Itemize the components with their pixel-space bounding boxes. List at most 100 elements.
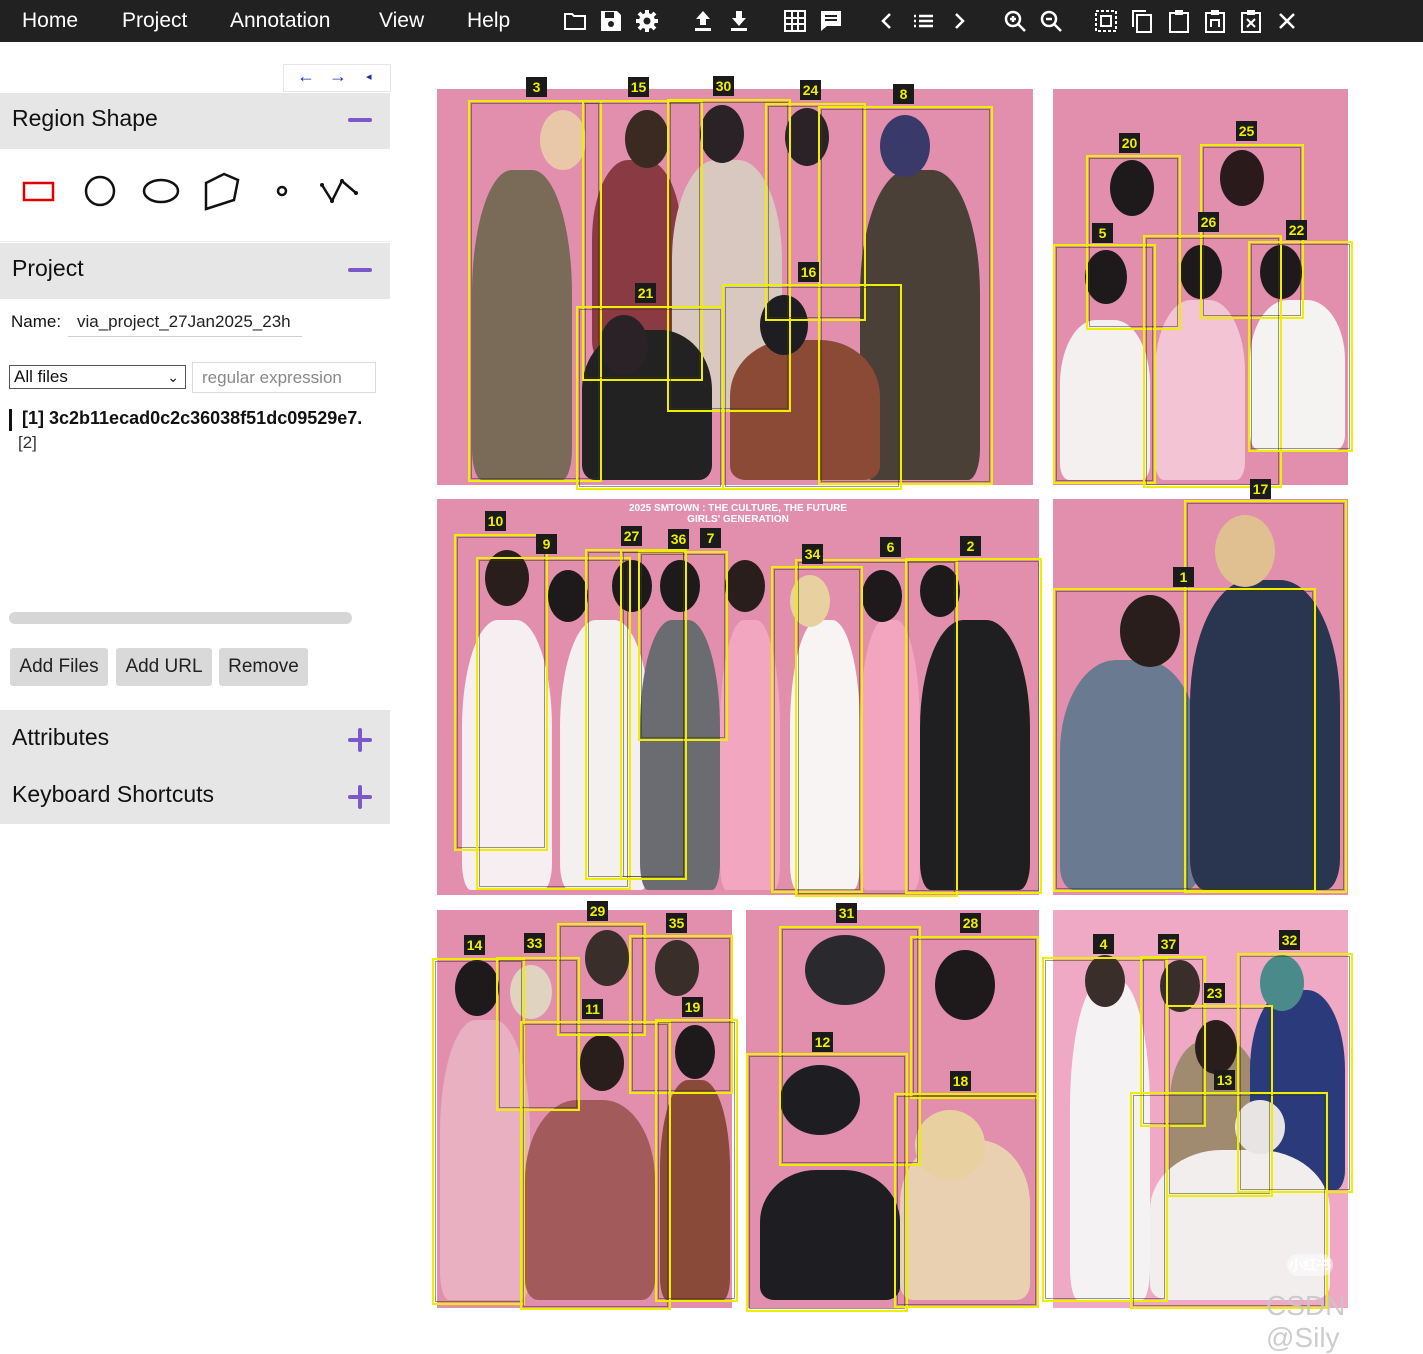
- region-13[interactable]: [1130, 1092, 1328, 1309]
- region-label: 19: [682, 997, 703, 1017]
- region-22[interactable]: [1248, 241, 1353, 452]
- polygon-shape-icon[interactable]: [202, 171, 242, 211]
- grid-view-icon[interactable]: [782, 8, 808, 34]
- nav-left-arrow[interactable]: ←: [297, 66, 315, 87]
- region-21[interactable]: [576, 306, 724, 490]
- expand-plus-icon[interactable]: [348, 723, 374, 753]
- project-header[interactable]: Project: [0, 243, 390, 299]
- select-all-icon[interactable]: [1093, 8, 1119, 34]
- nav-collapse-arrow[interactable]: ◂: [366, 70, 372, 83]
- region-label: 27: [621, 526, 642, 546]
- save-icon[interactable]: [598, 8, 624, 34]
- list-icon[interactable]: [910, 8, 936, 34]
- open-folder-icon[interactable]: [562, 8, 588, 34]
- file-filter-select[interactable]: All files ⌄: [9, 365, 186, 389]
- collapse-minus-icon[interactable]: [348, 103, 374, 133]
- panel-nav-arrows: ← → ◂: [283, 64, 391, 92]
- remove-file-button[interactable]: Remove: [219, 648, 308, 686]
- add-files-button[interactable]: Add Files: [10, 648, 108, 686]
- region-shape-header[interactable]: Region Shape: [0, 93, 390, 149]
- zoom-in-icon[interactable]: [1002, 8, 1028, 34]
- attributes-header[interactable]: Attributes: [0, 710, 390, 767]
- region-label: 8: [893, 84, 914, 104]
- file-list-item[interactable]: [2]: [18, 433, 37, 453]
- region-label: 33: [524, 933, 545, 953]
- region-shape-panel: [0, 149, 390, 242]
- expand-plus-icon[interactable]: [348, 780, 374, 810]
- region-label: 6: [880, 537, 901, 557]
- region-11[interactable]: [520, 1021, 671, 1310]
- project-name-label: Name:: [11, 312, 62, 331]
- nav-right-arrow[interactable]: →: [329, 66, 347, 87]
- region-label: 32: [1279, 930, 1300, 950]
- menu-annotation[interactable]: Annotation: [230, 0, 330, 42]
- project-name-input[interactable]: via_project_27Jan2025_23h: [68, 307, 302, 337]
- add-url-button[interactable]: Add URL: [116, 648, 212, 686]
- region-label: 11: [582, 999, 603, 1019]
- point-shape-icon[interactable]: [262, 171, 302, 211]
- region-label: 18: [950, 1071, 971, 1091]
- comment-icon[interactable]: [818, 8, 844, 34]
- region-shape-title: Region Shape: [12, 105, 158, 131]
- photo-face: [725, 560, 765, 612]
- region-16[interactable]: [722, 284, 902, 490]
- region-label: 3: [526, 77, 547, 97]
- region-12[interactable]: [746, 1053, 908, 1312]
- region-label: 26: [1198, 212, 1219, 232]
- menu-view[interactable]: View: [379, 0, 424, 42]
- region-label: 1: [1173, 567, 1194, 587]
- circle-shape-icon[interactable]: [80, 171, 120, 211]
- region-label: 17: [1250, 479, 1271, 499]
- upload-icon[interactable]: [690, 8, 716, 34]
- project-title: Project: [12, 255, 84, 281]
- close-icon[interactable]: [1274, 8, 1300, 34]
- region-19[interactable]: [655, 1019, 738, 1302]
- attributes-title: Attributes: [12, 724, 110, 750]
- current-file-marker: [9, 409, 12, 431]
- region-1[interactable]: [1053, 588, 1316, 892]
- region-2[interactable]: [905, 558, 1042, 894]
- region-28[interactable]: [910, 936, 1039, 1099]
- polyline-shape-icon[interactable]: [319, 171, 359, 211]
- region-label: 15: [628, 77, 649, 97]
- region-label: 24: [800, 80, 821, 100]
- menu-home[interactable]: Home: [22, 0, 78, 42]
- region-label: 16: [798, 262, 819, 282]
- region-label: 5: [1092, 223, 1113, 243]
- file-list-scrollbar[interactable]: [9, 612, 352, 624]
- file-filter-value: All files: [14, 367, 68, 386]
- paste-special-icon[interactable]: [1202, 8, 1228, 34]
- chevron-down-icon: ⌄: [167, 369, 179, 385]
- region-label: 31: [836, 903, 857, 923]
- download-icon[interactable]: [726, 8, 752, 34]
- region-label: 30: [713, 76, 734, 96]
- region-7[interactable]: [620, 549, 687, 880]
- region-label: 23: [1204, 983, 1225, 1003]
- zoom-out-icon[interactable]: [1038, 8, 1064, 34]
- photo-headline-line2: GIRLS' GENERATION: [687, 514, 789, 525]
- region-label: 2: [960, 536, 981, 556]
- menu-project[interactable]: Project: [122, 0, 187, 42]
- collapse-minus-icon[interactable]: [348, 253, 374, 283]
- region-label: 20: [1119, 133, 1140, 153]
- paste-icon[interactable]: [1166, 8, 1192, 34]
- ellipse-shape-icon[interactable]: [141, 171, 181, 211]
- menu-help[interactable]: Help: [467, 0, 510, 42]
- region-18[interactable]: [894, 1093, 1039, 1308]
- prev-image-icon[interactable]: [874, 8, 900, 34]
- copy-icon[interactable]: [1129, 8, 1155, 34]
- watermark-credit: CSDN @Sily: [1266, 1290, 1346, 1353]
- delete-region-icon[interactable]: [1238, 8, 1264, 34]
- regex-filter-input[interactable]: regular expression: [192, 362, 376, 393]
- keyboard-shortcuts-title: Keyboard Shortcuts: [12, 781, 215, 807]
- file-list-item[interactable]: [1] 3c2b11ecad0c2c36038f51dc09529e7.: [22, 408, 362, 429]
- region-5[interactable]: [1053, 244, 1156, 484]
- settings-icon[interactable]: [634, 8, 660, 34]
- photo-headline-line1: 2025 SMTOWN : THE CULTURE, THE FUTURE: [629, 503, 847, 514]
- keyboard-shortcuts-header[interactable]: Keyboard Shortcuts: [0, 767, 390, 824]
- left-sidebar: ← → ◂ Region Shape Project Name: via_pro…: [0, 42, 391, 832]
- region-label: 4: [1093, 934, 1114, 954]
- region-label: 29: [587, 901, 608, 921]
- rectangle-shape-icon[interactable]: [19, 171, 59, 211]
- next-image-icon[interactable]: [946, 8, 972, 34]
